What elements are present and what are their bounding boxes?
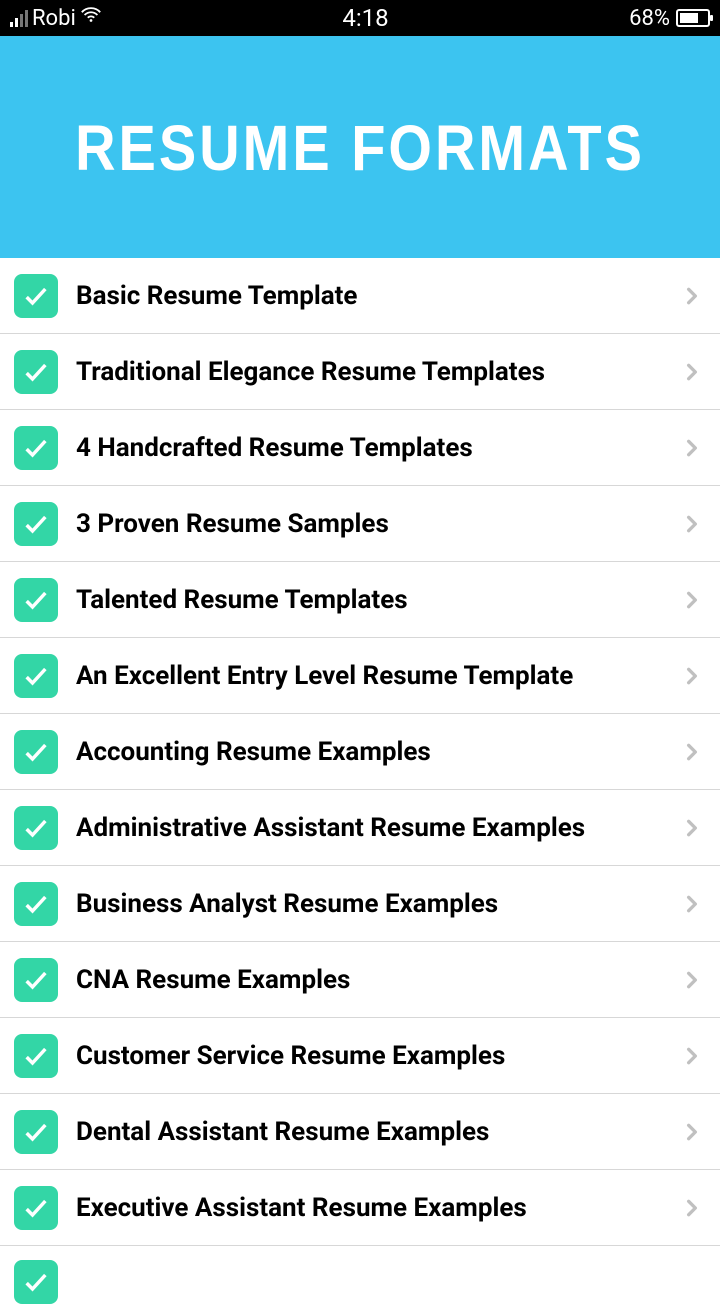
- list-item-label: 3 Proven Resume Samples: [76, 509, 660, 539]
- status-left: Robi: [10, 4, 102, 32]
- carrier-label: Robi: [32, 6, 76, 31]
- list-item-label: Accounting Resume Examples: [76, 737, 660, 767]
- check-icon: [14, 806, 58, 850]
- status-time: 4:18: [102, 4, 629, 32]
- app-header: RESUME FORMATS: [0, 36, 720, 258]
- list-item-label: Basic Resume Template: [76, 281, 660, 311]
- chevron-right-icon: [678, 814, 706, 842]
- chevron-right-icon: [678, 434, 706, 462]
- check-icon: [14, 1260, 58, 1304]
- chevron-right-icon: [678, 358, 706, 386]
- chevron-right-icon: [678, 966, 706, 994]
- list-item[interactable]: Dental Assistant Resume Examples: [0, 1094, 720, 1170]
- list-item[interactable]: Administrative Assistant Resume Examples: [0, 790, 720, 866]
- check-icon: [14, 502, 58, 546]
- chevron-right-icon: [678, 282, 706, 310]
- check-icon: [14, 1110, 58, 1154]
- check-icon: [14, 730, 58, 774]
- list-item[interactable]: Business Analyst Resume Examples: [0, 866, 720, 942]
- check-icon: [14, 274, 58, 318]
- list-item-label: An Excellent Entry Level Resume Template: [76, 661, 660, 691]
- chevron-right-icon: [678, 586, 706, 614]
- check-icon: [14, 578, 58, 622]
- list-item[interactable]: CNA Resume Examples: [0, 942, 720, 1018]
- chevron-right-icon: [678, 1042, 706, 1070]
- list-item[interactable]: 3 Proven Resume Samples: [0, 486, 720, 562]
- signal-icon: [10, 9, 28, 27]
- list-item[interactable]: 4 Handcrafted Resume Templates: [0, 410, 720, 486]
- list-item-label: Administrative Assistant Resume Examples: [76, 813, 660, 843]
- list-item-label: 4 Handcrafted Resume Templates: [76, 433, 660, 463]
- status-right: 68%: [629, 6, 710, 31]
- chevron-right-icon: [678, 890, 706, 918]
- chevron-right-icon: [678, 1118, 706, 1146]
- list-item-label: Business Analyst Resume Examples: [76, 889, 660, 919]
- list-item[interactable]: Customer Service Resume Examples: [0, 1018, 720, 1094]
- resume-format-list: Basic Resume Template Traditional Elegan…: [0, 258, 720, 1304]
- check-icon: [14, 350, 58, 394]
- list-item-label: Talented Resume Templates: [76, 585, 660, 615]
- list-item-label: CNA Resume Examples: [76, 965, 660, 995]
- check-icon: [14, 1034, 58, 1078]
- check-icon: [14, 426, 58, 470]
- page-title: RESUME FORMATS: [75, 110, 645, 185]
- check-icon: [14, 1186, 58, 1230]
- list-item[interactable]: An Excellent Entry Level Resume Template: [0, 638, 720, 714]
- list-item-label: Dental Assistant Resume Examples: [76, 1117, 660, 1147]
- chevron-right-icon: [678, 510, 706, 538]
- list-item-partial[interactable]: [0, 1246, 720, 1304]
- list-item[interactable]: Executive Assistant Resume Examples: [0, 1170, 720, 1246]
- list-item-label: Executive Assistant Resume Examples: [76, 1193, 660, 1223]
- battery-icon: [676, 9, 710, 27]
- chevron-right-icon: [678, 1194, 706, 1222]
- check-icon: [14, 882, 58, 926]
- check-icon: [14, 958, 58, 1002]
- list-item[interactable]: Basic Resume Template: [0, 258, 720, 334]
- list-item-label: Traditional Elegance Resume Templates: [76, 357, 660, 387]
- list-item[interactable]: Accounting Resume Examples: [0, 714, 720, 790]
- list-item[interactable]: Talented Resume Templates: [0, 562, 720, 638]
- battery-percent: 68%: [629, 6, 670, 31]
- check-icon: [14, 654, 58, 698]
- wifi-icon: [80, 4, 102, 32]
- chevron-right-icon: [678, 738, 706, 766]
- list-item[interactable]: Traditional Elegance Resume Templates: [0, 334, 720, 410]
- chevron-right-icon: [678, 662, 706, 690]
- list-item-label: Customer Service Resume Examples: [76, 1041, 660, 1071]
- status-bar: Robi 4:18 68%: [0, 0, 720, 36]
